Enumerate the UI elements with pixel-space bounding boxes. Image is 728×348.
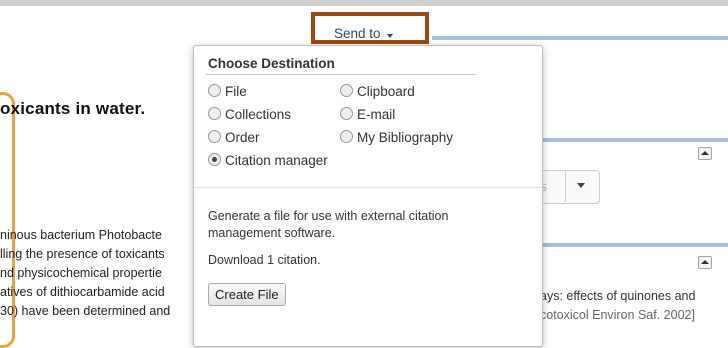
related-article-title[interactable]: ays: effects of quinones and — [540, 287, 695, 306]
collapse-toggle-icon[interactable] — [698, 147, 712, 160]
create-file-button[interactable]: Create File — [208, 283, 286, 306]
options-divider — [194, 187, 542, 188]
send-to-dropdown: Choose Destination File Clipboard Collec… — [193, 45, 543, 347]
radio-selected-icon[interactable] — [208, 153, 221, 166]
destination-option-email[interactable]: E-mail — [340, 107, 395, 122]
radio-icon[interactable] — [208, 84, 221, 97]
abstract-line: lling the presence of toxicants — [0, 247, 165, 261]
option-label: File — [225, 84, 247, 99]
destination-option-citation-manager[interactable]: Citation manager — [208, 153, 328, 168]
option-label: Order — [225, 130, 260, 145]
chevron-down-icon[interactable] — [565, 170, 598, 202]
destination-option-clipboard[interactable]: Clipboard — [340, 84, 415, 99]
citation-manager-description: Generate a file for use with external ci… — [208, 209, 449, 240]
send-to-button[interactable]: Send to — [334, 26, 381, 41]
download-count-text: Download 1 citation. — [208, 253, 321, 267]
option-label: Clipboard — [357, 84, 415, 99]
radio-icon[interactable] — [340, 130, 353, 143]
option-label: E-mail — [357, 107, 396, 122]
heading-divider — [206, 74, 476, 75]
radio-icon[interactable] — [340, 107, 353, 120]
destination-option-file[interactable]: File — [208, 84, 247, 99]
abstract-line: 30) have been determined and — [0, 304, 171, 318]
radio-icon[interactable] — [208, 107, 221, 120]
collapse-toggle-icon[interactable] — [698, 256, 712, 269]
choose-destination-heading: Choose Destination — [208, 56, 335, 71]
option-label: My Bibliography — [357, 130, 454, 145]
destination-option-my-bibliography[interactable]: My Bibliography — [340, 130, 453, 145]
abstract-line: nd physicochemical propertie — [0, 266, 162, 280]
caret-down-icon[interactable] — [387, 34, 393, 38]
section-rule — [540, 138, 728, 142]
abstract-text: ninous bacterium Photobacte lling the pr… — [0, 226, 200, 321]
top-scroll-strip — [0, 0, 728, 6]
radio-icon[interactable] — [208, 130, 221, 143]
radio-icon[interactable] — [340, 84, 353, 97]
related-article[interactable]: ays: effects of quinones and cotoxicol E… — [540, 287, 695, 325]
section-rule — [432, 36, 728, 40]
abstract-line: ninous bacterium Photobacte — [0, 228, 162, 242]
destination-option-order[interactable]: Order — [208, 130, 260, 145]
article-title: oxicants in water. — [0, 99, 146, 118]
option-label: Citation manager — [225, 153, 328, 168]
related-article-source: cotoxicol Environ Saf. 2002] — [540, 308, 695, 322]
option-label: Collections — [225, 107, 292, 122]
abstract-line: atives of dithiocarbamide acid — [0, 285, 165, 299]
destination-option-collections[interactable]: Collections — [208, 107, 291, 122]
section-rule — [540, 243, 728, 247]
